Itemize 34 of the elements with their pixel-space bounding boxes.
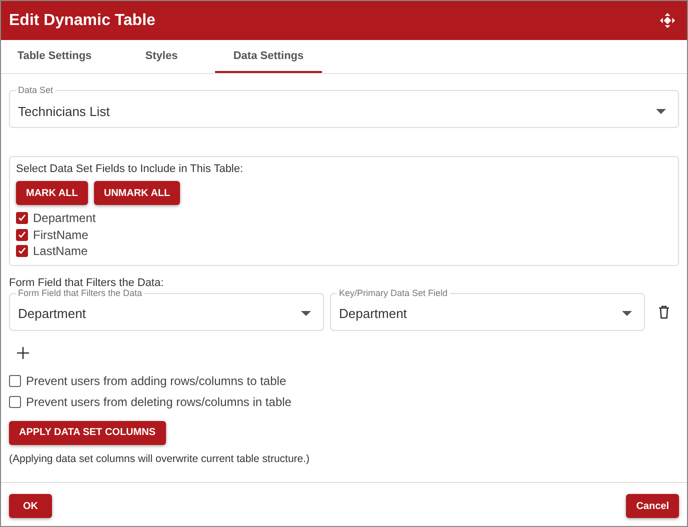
checkbox-label: Department [33, 211, 96, 226]
ok-button[interactable]: OK [9, 494, 52, 518]
tab[interactable]: Data Settings [215, 40, 322, 73]
field-value: Technicians List [18, 104, 110, 118]
dropdown-caret-icon [656, 108, 666, 114]
checkbox[interactable] [16, 228, 28, 241]
checkbox[interactable] [9, 396, 21, 408]
add-icon[interactable] [17, 346, 29, 358]
field-value: Department [18, 306, 86, 321]
section-label: Form Field that Filters the Data: [9, 276, 165, 288]
mark-button[interactable]: UNMARK ALL [94, 181, 180, 205]
panel-title: Select Data Set Fields to Include in This Table: [16, 163, 244, 175]
tab[interactable]: Table Settings [1, 40, 108, 73]
field-label: Key/Primary Data Set Field [337, 288, 450, 298]
tab[interactable]: Styles [108, 40, 215, 73]
move-icon[interactable] [660, 13, 675, 28]
cancel-button[interactable]: Cancel [626, 494, 679, 518]
checkbox[interactable] [16, 245, 28, 258]
apply-button[interactable]: APPLY DATA SET COLUMNS [9, 420, 166, 444]
field-value: Department [339, 306, 407, 321]
note-text: (Applying data set columns will overwrite current table structure.) [9, 452, 311, 464]
checkbox[interactable] [16, 212, 28, 224]
dropdown-caret-icon [622, 311, 632, 316]
window-title: Edit Dynamic Table [9, 12, 156, 30]
checkbox-label: Prevent users from adding rows/columns to table [26, 374, 286, 388]
checkbox[interactable] [9, 374, 21, 387]
dropdown-caret-icon [301, 311, 311, 316]
delete-icon[interactable] [657, 304, 671, 318]
mark-button[interactable]: MARK ALL [16, 181, 88, 205]
checkbox-label: Prevent users from deleting rows/columns in table [26, 395, 292, 410]
field-label: Data Set [16, 85, 56, 96]
field-label: Form Field that Filters the Data [16, 288, 144, 298]
checkbox-label: LastName [33, 244, 88, 258]
checkbox-label: FirstName [33, 228, 88, 242]
